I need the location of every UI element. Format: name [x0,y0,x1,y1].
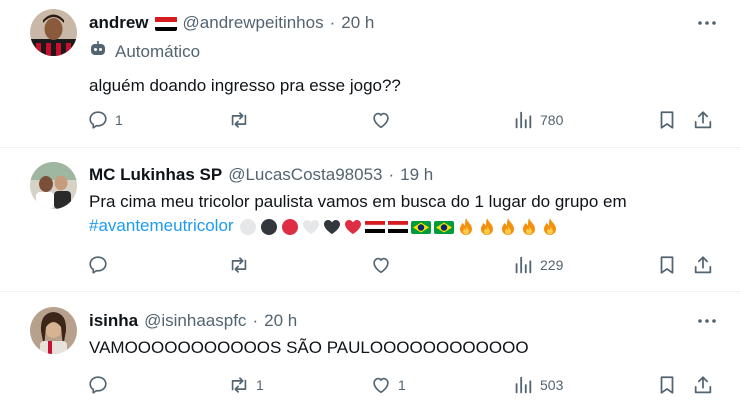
reply-button[interactable] [87,373,115,397]
avatar[interactable] [30,162,77,209]
brazil-flag-emoji [410,217,432,237]
views-button[interactable]: 229 [512,253,563,277]
author-name[interactable]: isinha [89,310,138,332]
post-text: alguém doando ingresso pra esse jogo?? [89,76,401,95]
post-andrew[interactable]: andrew @andrewpeitinhos · 20 h Automátic… [0,0,740,148]
reply-button[interactable]: 1 [87,108,123,132]
spfc-flag-emoji [387,217,409,237]
like-count: 1 [398,377,406,393]
white-heart-emoji [301,217,321,237]
reply-button[interactable] [87,253,115,277]
repost-icon [228,374,250,396]
post-mc-lukinhas[interactable]: MC Lukinhas SP @LucasCosta98053 · 19 h P… [0,148,740,291]
red-circle-emoji [280,217,300,237]
views-icon [512,109,534,131]
timestamp[interactable]: 20 h [264,310,297,332]
like-icon [370,109,392,131]
views-button[interactable]: 503 [512,373,563,397]
spfc-flag-emoji [364,217,386,237]
timestamp[interactable]: 20 h [341,12,374,34]
author-name[interactable]: MC Lukinhas SP [89,164,222,186]
brazil-flag-emoji [433,217,455,237]
like-button[interactable] [370,108,398,132]
share-icon [692,254,714,276]
post-text: Pra cima meu tricolor paulista vamos em … [89,192,627,211]
author-handle[interactable]: @andrewpeitinhos [183,12,324,34]
white-circle-emoji [238,217,258,237]
separator: · [329,13,336,32]
reply-icon [87,254,109,276]
more-icon[interactable] [696,12,718,34]
share-button[interactable] [692,373,714,397]
repost-button[interactable] [228,253,256,277]
post-text: VAMOOOOOOOOOOOS SÃO PAULOOOOOOOOOOOO [89,338,529,357]
like-icon [370,254,392,276]
red-heart-emoji [343,217,363,237]
fire-emoji [477,217,497,237]
views-icon [512,374,534,396]
reply-icon [87,109,109,131]
share-button[interactable] [692,253,714,277]
views-button[interactable]: 780 [512,108,563,132]
fire-emoji [540,217,560,237]
repost-button[interactable] [228,108,256,132]
spfc-flag-icon [154,16,177,31]
repost-icon [228,254,250,276]
reply-count: 1 [115,112,123,128]
hashtag-link[interactable]: #avantemeutricolor [89,216,234,235]
reply-icon [87,374,109,396]
separator: · [388,165,395,184]
author-handle[interactable]: @LucasCosta98053 [228,164,382,186]
like-icon [370,374,392,396]
like-button[interactable]: 1 [370,373,406,397]
views-count: 503 [540,377,564,393]
bookmark-icon [656,254,678,276]
like-button[interactable] [370,253,398,277]
bot-icon [89,40,107,64]
share-icon [692,374,714,396]
black-heart-emoji [322,217,342,237]
separator: · [252,311,259,330]
emoji-row [238,217,560,237]
share-button[interactable] [692,108,714,132]
bookmark-icon [656,374,678,396]
avatar[interactable] [30,9,77,56]
bookmark-icon [656,109,678,131]
avatar[interactable] [30,307,77,354]
fire-emoji [519,217,539,237]
fire-emoji [456,217,476,237]
repost-button[interactable]: 1 [228,373,264,397]
post-text-line2: #avantemeutricolor [89,214,560,238]
fire-emoji [498,217,518,237]
automated-label: Automático [89,40,200,64]
author-name[interactable]: andrew [89,12,149,34]
bookmark-button[interactable] [656,253,678,277]
bookmark-button[interactable] [656,108,678,132]
author-handle[interactable]: @isinhaaspfc [144,310,246,332]
share-icon [692,109,714,131]
views-count: 229 [540,257,564,273]
post-isinha[interactable]: isinha @isinhaaspfc · 20 h VAMOOOOOOOOOO… [0,292,740,416]
views-icon [512,254,534,276]
automated-text: Automático [115,42,201,61]
repost-count: 1 [256,377,264,393]
timestamp[interactable]: 19 h [400,164,433,186]
bookmark-button[interactable] [656,373,678,397]
views-count: 780 [540,112,564,128]
repost-icon [228,109,250,131]
black-circle-emoji [259,217,279,237]
more-icon[interactable] [696,310,718,332]
